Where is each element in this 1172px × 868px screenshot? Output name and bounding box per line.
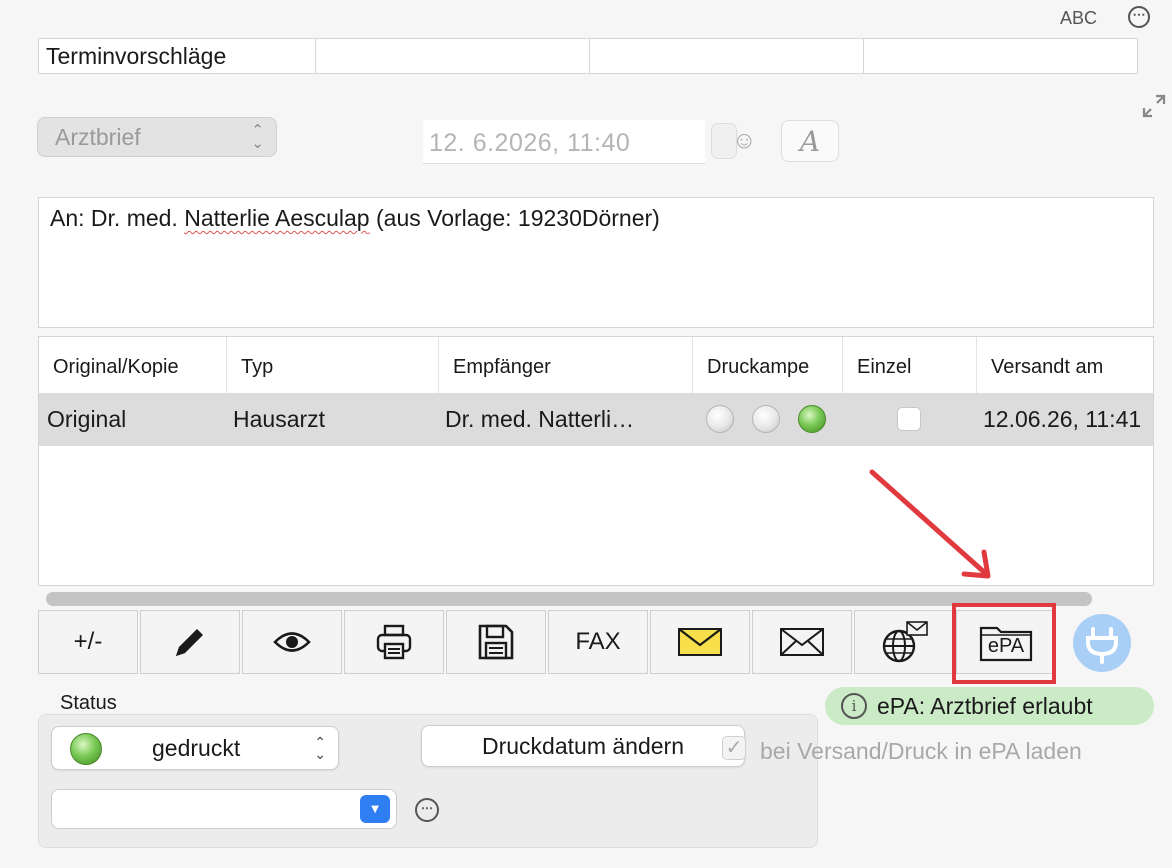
column-header[interactable]: Einzel (842, 337, 976, 393)
print-lamp-on[interactable] (798, 405, 826, 433)
eye-icon (273, 632, 311, 652)
epa-upload-label: bei Versand/Druck in ePA laden (760, 738, 1082, 764)
document-type-select[interactable]: Arztbrief ⌃ ⌄ (37, 117, 277, 157)
plug-icon (1086, 627, 1118, 664)
font-button[interactable]: A (781, 120, 839, 162)
print-lamp-off[interactable] (706, 405, 734, 433)
save-button[interactable] (446, 610, 546, 674)
mail-button[interactable] (752, 610, 852, 674)
epa-status-badge: i ePA: Arztbrief erlaubt (825, 687, 1154, 725)
address-suffix: (aus Vorlage: 19230Dörner) (369, 205, 660, 231)
column-header[interactable]: Druckampe (692, 337, 842, 393)
print-button[interactable] (344, 610, 444, 674)
printer-icon (376, 624, 412, 660)
info-icon: i (841, 693, 867, 719)
chevron-down-icon[interactable]: ▼ (360, 795, 390, 823)
mail-yellow-button[interactable] (650, 610, 750, 674)
pencil-icon (176, 629, 203, 656)
globe-mail-icon (882, 621, 928, 663)
status-select[interactable]: gedruckt ⌃ ⌄ (51, 726, 339, 770)
column-header[interactable]: Original/Kopie (39, 337, 226, 393)
envelope-yellow-icon (678, 628, 722, 656)
change-print-date-button[interactable]: Druckdatum ändern (421, 725, 745, 767)
chevron-updown-icon: ⌃ ⌄ (251, 122, 264, 152)
cell-typ: Hausarzt (233, 406, 326, 432)
expand-icon[interactable] (1140, 92, 1168, 120)
termin-label: Terminvorschläge (39, 39, 316, 73)
termin-slot[interactable] (864, 39, 1137, 73)
cell-original: Original (47, 406, 127, 432)
annotation-arrow (869, 469, 991, 579)
column-header[interactable]: Typ (226, 337, 438, 393)
document-type-value: Arztbrief (55, 124, 141, 150)
connector-button[interactable] (1073, 614, 1131, 672)
plus-minus-button[interactable]: +/- (38, 610, 138, 674)
cell-versandt: 12.06.26, 11:41 (983, 406, 1142, 432)
floppy-disk-icon (478, 624, 514, 660)
address-name: Natterlie Aesculap (184, 205, 370, 231)
edit-button[interactable] (140, 610, 240, 674)
web-mail-button[interactable] (854, 610, 954, 674)
termin-slot[interactable] (316, 39, 590, 73)
epa-badge-text: ePA: Arztbrief erlaubt (877, 693, 1093, 719)
termin-slot[interactable] (590, 39, 864, 73)
epa-highlight-box (952, 603, 1056, 684)
address-prefix: An: Dr. med. (50, 205, 185, 231)
epa-upload-checkbox[interactable]: ✓ (722, 736, 746, 760)
termin-grid[interactable]: Terminvorschläge (38, 38, 1138, 74)
column-header[interactable]: Empfänger (438, 337, 692, 393)
horizontal-scrollbar[interactable] (46, 592, 1092, 606)
emoji-icon[interactable]: ☺ (732, 127, 757, 155)
fax-button[interactable]: FAX (548, 610, 648, 674)
combo-field[interactable] (51, 789, 397, 829)
status-label: Status (60, 692, 117, 714)
cell-empfaenger: Dr. med. Natterli… (445, 406, 635, 432)
table-header: Original/Kopie Typ Empfänger Druckampe E… (39, 337, 1153, 394)
action-toolbar: +/- FAX ePA (38, 610, 1062, 674)
table-row[interactable]: Original Hausarzt Dr. med. Natterli… 12.… (39, 393, 1153, 446)
date-field[interactable]: 12. 6.2026, 11:40 (423, 120, 705, 164)
einzel-checkbox[interactable] (897, 407, 921, 431)
print-lamp-off[interactable] (752, 405, 780, 433)
status-value: gedruckt (152, 735, 241, 761)
more-options-icon[interactable]: ⋯ (1128, 6, 1150, 28)
chevron-updown-icon: ⌃ ⌄ (314, 734, 326, 762)
status-lamp-icon (70, 733, 102, 765)
preview-button[interactable] (242, 610, 342, 674)
address-field[interactable]: An: Dr. med. Natterlie Aesculap (aus Vor… (38, 197, 1154, 328)
more-options-icon[interactable]: ⋯ (415, 798, 439, 822)
spellcheck-button[interactable]: ABC (1060, 8, 1097, 29)
envelope-icon (780, 628, 824, 656)
column-header[interactable]: Versandt am (976, 337, 1153, 393)
